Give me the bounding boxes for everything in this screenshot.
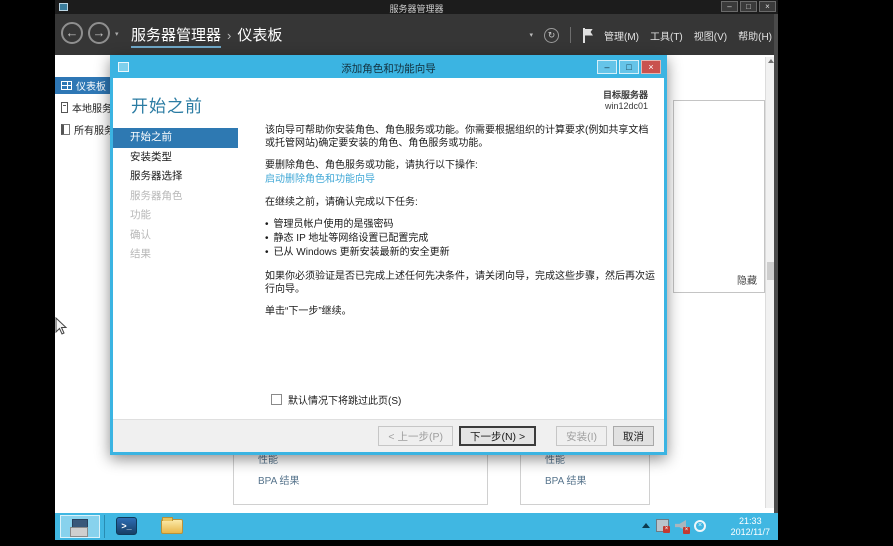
dialog-minimize-button[interactable]: – bbox=[597, 60, 617, 74]
sidebar-item-label: 仪表板 bbox=[76, 78, 106, 93]
menu-manage[interactable]: 管理(M) bbox=[604, 28, 639, 43]
verify-paragraph: 如果你必须验证是否已完成上述任何先决条件，请关闭向导，完成这些步骤，然后再次运行… bbox=[265, 270, 657, 296]
sidebar-item-local-server[interactable]: 本地服务器 bbox=[55, 99, 110, 116]
forward-dropdown-icon[interactable]: ▾ bbox=[115, 30, 119, 38]
tray-expand-icon[interactable] bbox=[642, 523, 650, 528]
alert-x-badge: × bbox=[683, 527, 690, 534]
sidebar-item-label: 本地服务器 bbox=[72, 100, 110, 115]
cancel-button[interactable]: 取消 bbox=[613, 426, 654, 446]
clock-date: 2012/11/7 bbox=[731, 527, 770, 538]
scrollbar-thumb[interactable] bbox=[767, 262, 774, 280]
list-item: • 管理员帐户使用的是强密码 bbox=[265, 218, 657, 232]
start-remove-wizard-link[interactable]: 启动删除角色和功能向导 bbox=[265, 173, 657, 186]
wizard-body-text: 该向导可帮助你安装角色、角色服务或功能。你需要根据组织的计算要求(例如共享文档或… bbox=[265, 124, 657, 327]
window-titlebar: 服务器管理器 – □ × bbox=[55, 0, 778, 14]
server-icon bbox=[61, 102, 68, 113]
taskbar-divider bbox=[104, 515, 105, 538]
step-installation-type[interactable]: 安装类型 bbox=[113, 148, 255, 168]
sidebar-item-label: 所有服务器 bbox=[74, 122, 110, 137]
add-roles-features-wizard-dialog: 添加角色和功能向导 – □ × 开始之前 目标服务器 win12dc01 开始之… bbox=[110, 55, 667, 455]
bullet-icon: • bbox=[265, 246, 269, 260]
prerequisite-text: 管理员帐户使用的是强密码 bbox=[274, 218, 394, 232]
prerequisites-list: • 管理员帐户使用的是强密码 • 静态 IP 地址等网络设置已配置完成 • 已从… bbox=[265, 218, 657, 260]
bullet-icon: • bbox=[265, 218, 269, 232]
clock-time: 21:33 bbox=[731, 516, 770, 527]
file-explorer-taskbar-icon[interactable] bbox=[161, 519, 183, 534]
step-features: 功能 bbox=[113, 206, 255, 226]
window-minimize-button[interactable]: – bbox=[721, 1, 738, 12]
wizard-page-title: 开始之前 bbox=[131, 92, 203, 117]
click-next-paragraph: 单击“下一步”继续。 bbox=[265, 305, 657, 318]
before-continue-paragraph: 在继续之前，请确认完成以下任务: bbox=[265, 196, 657, 209]
list-item: • 静态 IP 地址等网络设置已配置完成 bbox=[265, 232, 657, 246]
nav-divider bbox=[570, 27, 571, 43]
target-server-name: win12dc01 bbox=[603, 101, 648, 112]
step-before-you-begin[interactable]: 开始之前 bbox=[113, 128, 238, 148]
notifications-flag-icon[interactable] bbox=[582, 28, 593, 43]
server-manager-taskbar-icon bbox=[72, 519, 88, 529]
notifications-dropdown-icon[interactable]: ▾ bbox=[529, 31, 533, 39]
breadcrumb-dashboard[interactable]: 仪表板 bbox=[237, 27, 282, 44]
sidebar-item-all-servers[interactable]: 所有服务器 bbox=[55, 121, 110, 138]
navbar: ← → ▾ 服务器管理器 › 仪表板 ▾ ↻ 管理(M) 工具(T) 视图(V) 帮… bbox=[55, 14, 778, 55]
tray-network-disconnected-icon[interactable]: × bbox=[694, 520, 706, 532]
mouse-cursor bbox=[55, 317, 68, 336]
main-scrollbar[interactable] bbox=[765, 57, 774, 508]
target-server-label: 目标服务器 bbox=[603, 90, 648, 101]
step-server-roles: 服务器角色 bbox=[113, 187, 255, 207]
dialog-title: 添加角色和功能向导 bbox=[113, 61, 664, 76]
step-server-selection[interactable]: 服务器选择 bbox=[113, 167, 255, 187]
tile-row-bpa-results[interactable]: BPA 结果 bbox=[521, 469, 649, 490]
bullet-icon: • bbox=[265, 232, 269, 246]
step-confirmation: 确认 bbox=[113, 226, 255, 246]
hide-link[interactable]: 隐藏 bbox=[737, 272, 757, 287]
window-right-edge bbox=[774, 14, 778, 513]
window-close-button[interactable]: × bbox=[759, 1, 776, 12]
system-tray: × × × bbox=[642, 519, 706, 532]
dialog-close-button[interactable]: × bbox=[641, 60, 661, 74]
dashboard-icon bbox=[61, 81, 72, 90]
next-button[interactable]: 下一步(N) > bbox=[459, 426, 536, 446]
step-results: 结果 bbox=[113, 245, 255, 265]
dialog-footer: < 上一步(P) 下一步(N) > 安装(I) 取消 bbox=[113, 419, 664, 452]
breadcrumb: 服务器管理器 › 仪表板 bbox=[131, 24, 282, 45]
target-server-block: 目标服务器 win12dc01 bbox=[603, 90, 648, 112]
remove-roles-paragraph: 要删除角色、角色服务或功能，请执行以下操作: bbox=[265, 159, 657, 172]
tray-volume-muted-icon[interactable]: × bbox=[675, 519, 688, 532]
window-maximize-button[interactable]: □ bbox=[740, 1, 757, 12]
dialog-titlebar[interactable]: 添加角色和功能向导 – □ × bbox=[113, 58, 664, 78]
powershell-taskbar-icon[interactable]: >_ bbox=[116, 517, 137, 535]
prerequisite-text: 静态 IP 地址等网络设置已配置完成 bbox=[274, 232, 429, 246]
taskbar: >_ × × × 21:33 2012/11/7 bbox=[55, 513, 778, 540]
install-button: 安装(I) bbox=[556, 426, 607, 446]
skip-page-checkbox-label: 默认情况下将跳过此页(S) bbox=[288, 392, 401, 407]
servers-icon bbox=[61, 124, 70, 135]
prerequisite-text: 已从 Windows 更新安装最新的安全更新 bbox=[274, 246, 450, 260]
back-button[interactable]: ← bbox=[61, 22, 83, 44]
skip-page-checkbox[interactable] bbox=[271, 394, 282, 405]
welcome-tile-panel: 隐藏 bbox=[673, 100, 765, 293]
tile-row-bpa-results[interactable]: BPA 结果 bbox=[234, 469, 487, 490]
menu-view[interactable]: 视图(V) bbox=[694, 28, 727, 43]
tray-server-alert-icon[interactable]: × bbox=[656, 519, 669, 532]
breadcrumb-separator-icon: › bbox=[227, 28, 231, 43]
skip-page-checkbox-row[interactable]: 默认情况下将跳过此页(S) bbox=[271, 392, 401, 407]
sidebar-item-dashboard[interactable]: 仪表板 bbox=[55, 77, 110, 94]
menu-help[interactable]: 帮助(H) bbox=[738, 28, 772, 43]
taskbar-clock[interactable]: 21:33 2012/11/7 bbox=[731, 516, 770, 538]
intro-paragraph: 该向导可帮助你安装角色、角色服务或功能。你需要根据组织的计算要求(例如共享文档或… bbox=[265, 124, 657, 150]
dialog-maximize-button[interactable]: □ bbox=[619, 60, 639, 74]
menu-tools[interactable]: 工具(T) bbox=[650, 28, 683, 43]
alert-x-badge: × bbox=[663, 526, 670, 533]
list-item: • 已从 Windows 更新安装最新的安全更新 bbox=[265, 246, 657, 260]
refresh-icon[interactable]: ↻ bbox=[544, 28, 559, 43]
wizard-steps-nav: 开始之前 安装类型 服务器选择 服务器角色 功能 确认 结果 bbox=[113, 128, 255, 265]
forward-button[interactable]: → bbox=[88, 22, 110, 44]
taskbar-server-manager-button[interactable] bbox=[60, 515, 100, 538]
breadcrumb-server-manager[interactable]: 服务器管理器 bbox=[131, 27, 221, 48]
server-manager-sidebar: 仪表板 本地服务器 所有服务器 bbox=[55, 55, 110, 513]
previous-button: < 上一步(P) bbox=[378, 426, 453, 446]
